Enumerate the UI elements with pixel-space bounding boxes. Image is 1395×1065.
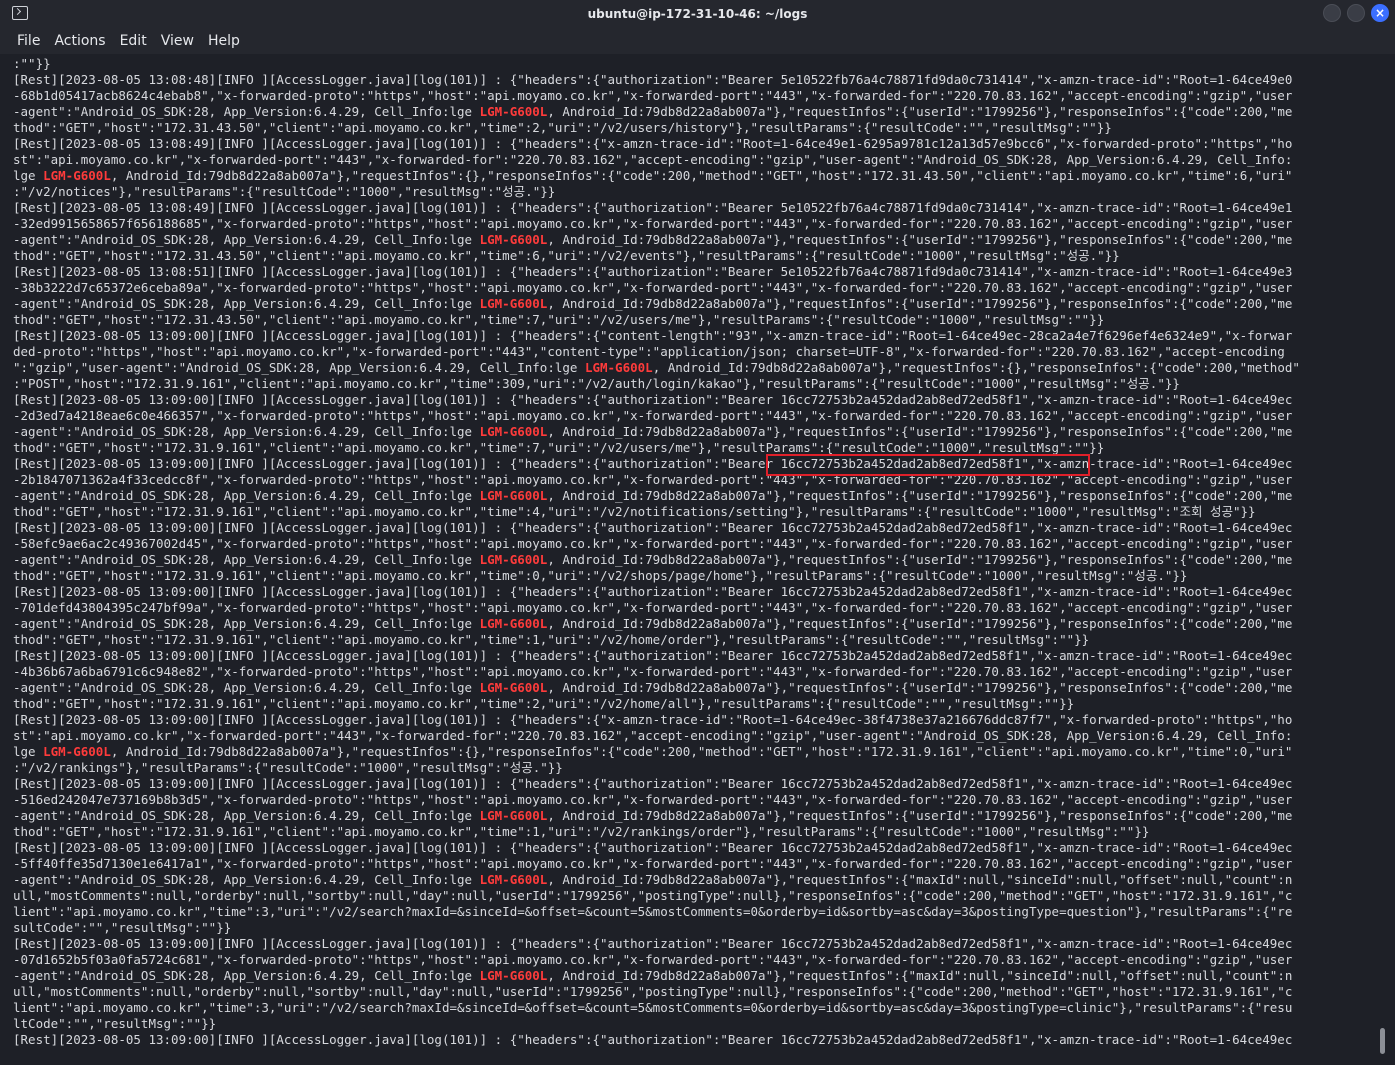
log-line: -agent":"Android_OS_SDK:28, App_Version:… — [13, 488, 1293, 503]
log-line: -agent":"Android_OS_SDK:28, App_Version:… — [13, 424, 1293, 439]
log-line: thod":"GET","host":"172.31.9.161","clien… — [13, 440, 1105, 455]
log-line: -agent":"Android_OS_SDK:28, App_Version:… — [13, 104, 1293, 119]
log-line: lge LGM-G600L, Android_Id:79db8d22a8ab00… — [13, 744, 1293, 759]
device-model-highlight: LGM-G600L — [479, 680, 548, 695]
terminal-window: ubuntu@ip-172-31-10-46: ~/logs × File Ac… — [0, 0, 1395, 1065]
log-line: -58efc9ae6ac2c49367002d45","x-forwarded-… — [13, 536, 1293, 551]
log-line: [Rest][2023-08-05 13:09:00][INFO ][Acces… — [13, 776, 1293, 791]
device-model-highlight: LGM-G600L — [479, 488, 548, 503]
log-line: -516ed242047e737169b8b3d5","x-forwarded-… — [13, 792, 1293, 807]
menu-actions[interactable]: Actions — [47, 33, 112, 49]
device-model-highlight: LGM-G600L — [479, 616, 548, 631]
log-line: [Rest][2023-08-05 13:08:51][INFO ][Acces… — [13, 264, 1293, 279]
log-line: -07d1652b5f03a0fa5724c681","x-forwarded-… — [13, 952, 1293, 967]
log-line: lient":"api.moyamo.co.kr","time":3,"uri"… — [13, 1000, 1293, 1015]
log-line: [Rest][2023-08-05 13:09:00][INFO ][Acces… — [13, 936, 1293, 951]
log-line: -agent":"Android_OS_SDK:28, App_Version:… — [13, 872, 1293, 887]
device-model-highlight: LGM-G600L — [479, 104, 548, 119]
log-line: :"/v2/rankings"},"resultParams":{"result… — [13, 760, 563, 775]
close-button[interactable]: × — [1371, 4, 1389, 22]
log-line: st":"api.moyamo.co.kr","x-forwarded-port… — [13, 152, 1293, 167]
minimize-button[interactable] — [1323, 4, 1341, 22]
log-line: ded-proto":"https","host":"api.moyamo.co… — [13, 344, 1285, 359]
log-line: :"/v2/notices"},"resultParams":{"resultC… — [13, 184, 556, 199]
log-line: -5ff40ffe35d7130e1e6417a1","x-forwarded-… — [13, 856, 1293, 871]
log-line: -4b36b67a6ba6791c6c948e82","x-forwarded-… — [13, 664, 1293, 679]
log-line: thod":"GET","host":"172.31.43.50","clien… — [13, 248, 1120, 263]
log-line: -agent":"Android_OS_SDK:28, App_Version:… — [13, 616, 1293, 631]
log-line: -701defd43804395c247bf99a","x-forwarded-… — [13, 600, 1293, 615]
log-line: ull,"mostComments":null,"orderby":null,"… — [13, 888, 1293, 903]
log-line: thod":"GET","host":"172.31.9.161","clien… — [13, 696, 1075, 711]
log-line: -agent":"Android_OS_SDK:28, App_Version:… — [13, 808, 1293, 823]
log-line: thod":"GET","host":"172.31.43.50","clien… — [13, 120, 1112, 135]
log-line: thod":"GET","host":"172.31.9.161","clien… — [13, 632, 1090, 647]
log-line: -68b1d05417acb8624c4ebab8","x-forwarded-… — [13, 88, 1293, 103]
window-title: ubuntu@ip-172-31-10-46: ~/logs — [587, 7, 808, 21]
device-model-highlight: LGM-G600L — [43, 168, 111, 183]
window-controls: × — [1323, 4, 1389, 22]
log-line: [Rest][2023-08-05 13:09:00][INFO ][Acces… — [13, 648, 1293, 663]
device-model-highlight: LGM-G600L — [584, 360, 653, 375]
log-line: sultCode":"","resultMsg":""}} — [13, 920, 232, 935]
log-line: -agent":"Android_OS_SDK:28, App_Version:… — [13, 680, 1293, 695]
menu-help[interactable]: Help — [201, 33, 247, 49]
log-line: -2d3ed7a4218eae6c0e466357","x-forwarded-… — [13, 408, 1293, 423]
log-line: ":"gzip","user-agent":"Android_OS_SDK:28… — [13, 360, 1300, 375]
bearer-token-highlight — [766, 454, 1090, 476]
log-line: [Rest][2023-08-05 13:09:00][INFO ][Acces… — [13, 392, 1293, 407]
terminal-output[interactable]: :""}} [Rest][2023-08-05 13:08:48][INFO ]… — [0, 54, 1395, 1065]
log-line: lge LGM-G600L, Android_Id:79db8d22a8ab00… — [13, 168, 1293, 183]
log-line: [Rest][2023-08-05 13:09:00][INFO ][Acces… — [13, 456, 1293, 471]
device-model-highlight: LGM-G600L — [479, 232, 548, 247]
log-line: lient":"api.moyamo.co.kr","time":3,"uri"… — [13, 904, 1293, 919]
title-bar[interactable]: ubuntu@ip-172-31-10-46: ~/logs × — [0, 0, 1395, 28]
log-line: [Rest][2023-08-05 13:09:00][INFO ][Acces… — [13, 584, 1293, 599]
log-line: -agent":"Android_OS_SDK:28, App_Version:… — [13, 968, 1293, 983]
log-line: -agent":"Android_OS_SDK:28, App_Version:… — [13, 232, 1293, 247]
log-line: [Rest][2023-08-05 13:09:00][INFO ][Acces… — [13, 1032, 1293, 1047]
device-model-highlight: LGM-G600L — [479, 424, 548, 439]
device-model-highlight: LGM-G600L — [479, 872, 548, 887]
maximize-button[interactable] — [1347, 4, 1365, 22]
log-line: [Rest][2023-08-05 13:08:48][INFO ][Acces… — [13, 72, 1293, 87]
menu-file[interactable]: File — [10, 33, 47, 49]
log-line: [Rest][2023-08-05 13:08:49][INFO ][Acces… — [13, 136, 1293, 151]
scrollbar-thumb[interactable] — [1380, 1028, 1385, 1054]
log-line: [Rest][2023-08-05 13:09:00][INFO ][Acces… — [13, 840, 1293, 855]
log-line: st":"api.moyamo.co.kr","x-forwarded-port… — [13, 728, 1293, 743]
log-line: [Rest][2023-08-05 13:08:49][INFO ][Acces… — [13, 200, 1293, 215]
log-line: [Rest][2023-08-05 13:09:00][INFO ][Acces… — [13, 520, 1293, 535]
device-model-highlight: LGM-G600L — [479, 296, 548, 311]
device-model-highlight: LGM-G600L — [479, 808, 548, 823]
log-line: thod":"GET","host":"172.31.9.161","clien… — [13, 824, 1150, 839]
log-line: -32ed9915658657f656188685","x-forwarded-… — [13, 216, 1293, 231]
log-line: ltCode":"","resultMsg":""}} — [13, 1016, 217, 1031]
log-line: -agent":"Android_OS_SDK:28, App_Version:… — [13, 296, 1293, 311]
device-model-highlight: LGM-G600L — [479, 968, 548, 983]
terminal-icon — [12, 6, 28, 20]
log-line: -2b1847071362a4f33cedcc8f","x-forwarded-… — [13, 472, 1293, 487]
log-line: -agent":"Android_OS_SDK:28, App_Version:… — [13, 552, 1293, 567]
menu-edit[interactable]: Edit — [113, 33, 154, 49]
log-line: [Rest][2023-08-05 13:09:00][INFO ][Acces… — [13, 328, 1293, 343]
menu-view[interactable]: View — [154, 33, 201, 49]
log-line: ull,"mostComments":null,"orderby":null,"… — [13, 984, 1293, 999]
log-line: thod":"GET","host":"172.31.9.161","clien… — [13, 504, 1256, 519]
log-line: :"POST","host":"172.31.9.161","client":"… — [13, 376, 1180, 391]
log-line: :""}} — [13, 56, 51, 71]
log-text: :""}} [Rest][2023-08-05 13:08:48][INFO ]… — [13, 56, 1373, 1048]
log-line: thod":"GET","host":"172.31.9.161","clien… — [13, 568, 1188, 583]
device-model-highlight: LGM-G600L — [479, 552, 548, 567]
log-line: [Rest][2023-08-05 13:09:00][INFO ][Acces… — [13, 712, 1293, 727]
device-model-highlight: LGM-G600L — [43, 744, 111, 759]
menu-bar: File Actions Edit View Help — [0, 28, 1395, 54]
log-line: thod":"GET","host":"172.31.43.50","clien… — [13, 312, 1105, 327]
log-line: -38b3222d7c65372e6ceba89a","x-forwarded-… — [13, 280, 1293, 295]
